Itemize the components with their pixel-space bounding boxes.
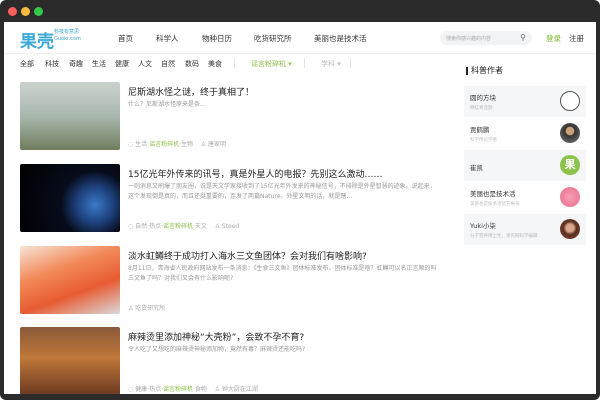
nav-foodie-lab[interactable]: 吃货研究所 bbox=[254, 33, 292, 44]
window-frame: 果壳 科技有意思 Guokr.com 首页 科学人 物种日历 吃货研究所 美丽也是… bbox=[0, 0, 600, 400]
search-input[interactable]: 搜索你感兴趣的内容 ⚲ bbox=[440, 31, 532, 45]
article-summary: 什么？尼斯湖水怪原来是条... bbox=[128, 101, 206, 108]
search-icon[interactable]: ⚲ bbox=[520, 33, 526, 42]
category-health[interactable]: 健康 bbox=[115, 59, 129, 69]
article-title[interactable]: 15亿光年外传来的讯号，真是外星人的电报？先别这么激动…… bbox=[128, 167, 382, 180]
minimize-window-button[interactable] bbox=[21, 7, 30, 16]
article-meta: ◌ 健康·热点·谣言粉碎机·食物 ♙ 钟大厨在江湖 bbox=[128, 386, 258, 393]
nav-beauty[interactable]: 美丽也是技术活 bbox=[314, 33, 367, 44]
category-humanities[interactable]: 人文 bbox=[138, 59, 152, 69]
article-title[interactable]: 淡水虹鳟终于成功打入海水三文鱼团体？会对我们有啥影响? bbox=[128, 249, 367, 262]
author-card[interactable]: 贾鹤鹏 科学传论学者 bbox=[464, 118, 586, 149]
category-nature[interactable]: 自然 bbox=[161, 59, 175, 69]
site-header: 果壳 科技有意思 Guokr.com 首页 科学人 物种日历 吃货研究所 美丽也是… bbox=[4, 22, 596, 54]
category-fun[interactable]: 奇趣 bbox=[69, 59, 83, 69]
author-card[interactable]: 圆的方块 拥挂青话题 bbox=[464, 86, 586, 117]
close-window-button[interactable] bbox=[8, 7, 17, 16]
author-desc: 美丽也是技术活官方帐号 bbox=[470, 202, 520, 207]
sidebar-title: 科普作者 bbox=[466, 67, 503, 75]
article-thumbnail[interactable] bbox=[20, 164, 120, 232]
divider bbox=[234, 58, 235, 68]
article-thumbnail[interactable] bbox=[20, 246, 120, 314]
author-name[interactable]: 圆的方块 bbox=[470, 92, 496, 102]
author-desc: 分子营养博士生，果壳网科学编辑 bbox=[470, 234, 538, 239]
author-name[interactable]: 贾鹤鹏 bbox=[470, 124, 490, 134]
category-digital[interactable]: 数码 bbox=[185, 59, 199, 69]
maximize-window-button[interactable] bbox=[34, 7, 43, 16]
category-life[interactable]: 生活 bbox=[92, 59, 106, 69]
user-icon: ♙ bbox=[214, 386, 222, 393]
login-link[interactable]: 登录 bbox=[546, 33, 561, 44]
user-icon: ♙ bbox=[214, 223, 222, 230]
user-icon: ♙ bbox=[200, 141, 208, 148]
author-card[interactable]: Yuki小柒分子营养博士生，果壳网科学编辑 bbox=[464, 214, 586, 245]
article-author[interactable]: 钟大厨在江湖 bbox=[222, 386, 258, 393]
article-summary: 令人吃了又想吃的麻辣烫神秘添加物，竟然有毒？麻辣烫还能吃吗? bbox=[128, 346, 306, 353]
divider bbox=[350, 58, 351, 68]
logo[interactable]: 果壳 bbox=[20, 27, 54, 52]
subject-dropdown[interactable]: 学科 ▾ bbox=[321, 59, 341, 69]
avatar[interactable] bbox=[560, 123, 580, 143]
register-link[interactable]: 注册 bbox=[569, 33, 584, 44]
article-author[interactable]: Steed bbox=[222, 223, 239, 230]
author-card[interactable]: 美丽也是技术活美丽也是技术活官方帐号 bbox=[464, 182, 586, 213]
author-name[interactable]: 美丽也是技术活 bbox=[470, 188, 516, 198]
avatar[interactable] bbox=[560, 187, 580, 207]
article-thumbnail[interactable] bbox=[20, 327, 120, 394]
avatar[interactable] bbox=[560, 219, 580, 239]
article-summary: 一则消息又刷爆了朋友圈，说是天文学家接收到了15亿光年外发来的神秘信号，不排除是… bbox=[128, 183, 436, 200]
article-meta: ♙ 吃货研究所 bbox=[128, 303, 165, 312]
avatar[interactable] bbox=[560, 91, 580, 111]
article-author[interactable]: 唐家明 bbox=[208, 141, 226, 148]
author-desc: 科学传论学者 bbox=[470, 138, 497, 143]
nav-home[interactable]: 首页 bbox=[118, 33, 133, 44]
logo-tagline: 科技有意思 Guokr.com bbox=[54, 29, 81, 42]
divider bbox=[304, 58, 305, 68]
category-all[interactable]: 全部 bbox=[20, 59, 34, 69]
category-food[interactable]: 美食 bbox=[208, 59, 222, 69]
avatar[interactable]: 果 bbox=[560, 155, 580, 175]
article-meta: ◌ 自然·热点·谣言粉碎机·天文 ♙ Steed bbox=[128, 223, 240, 230]
article-title[interactable]: 麻辣烫里添加神秘“大壳粉”，会致不孕不育? bbox=[128, 330, 304, 343]
author-desc: 拥挂青话题 bbox=[470, 106, 493, 111]
article-title[interactable]: 尼斯湖水怪之谜，终于真相了！ bbox=[128, 85, 254, 98]
nav-scientific-american[interactable]: 科学人 bbox=[156, 33, 179, 44]
article-author[interactable]: 吃货研究所 bbox=[135, 305, 165, 312]
author-name[interactable]: Yuki小柒 bbox=[470, 220, 496, 230]
category-tech[interactable]: 科技 bbox=[45, 59, 59, 69]
article-summary: 8月11日，青海省人民政府网站发布一条消息：《生食三文鱼》团体标准发布。团体标准… bbox=[128, 265, 437, 282]
author-card[interactable]: 崔凯 果 bbox=[464, 150, 586, 181]
author-name[interactable]: 崔凯 bbox=[470, 162, 483, 172]
nav-species-calendar[interactable]: 物种日历 bbox=[202, 33, 232, 44]
browser-content: 果壳 科技有意思 Guokr.com 首页 科学人 物种日历 吃货研究所 美丽也是… bbox=[4, 22, 596, 394]
article-meta: ◌ 生活·谣言粉碎机·生物 ♙ 唐家明 bbox=[128, 141, 226, 148]
article-thumbnail[interactable] bbox=[20, 82, 120, 150]
rumor-buster-dropdown[interactable]: 谣言粉碎机 ▾ bbox=[251, 59, 292, 69]
